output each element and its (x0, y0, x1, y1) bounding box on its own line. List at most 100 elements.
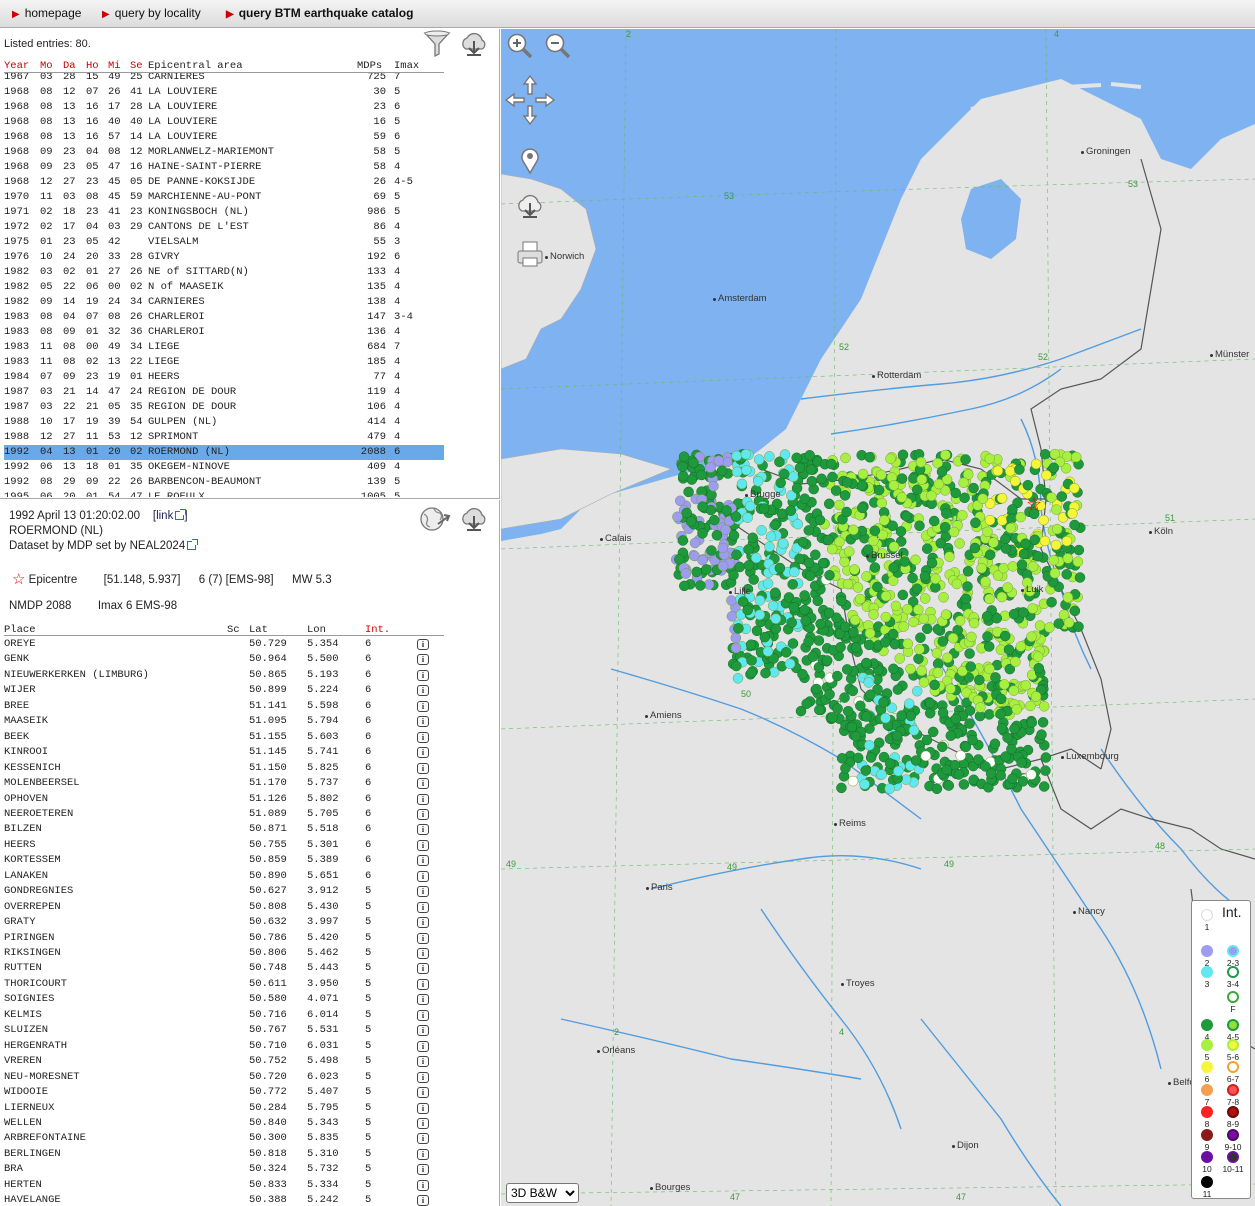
catalog-row[interactable]: 1983 08 09 01 32 36 CHARLEROI 136 4 (4, 325, 444, 340)
felt-point[interactable] (944, 551, 955, 562)
felt-point[interactable] (1026, 631, 1037, 642)
felt-point[interactable] (942, 652, 953, 664)
felt-point[interactable] (889, 638, 901, 650)
felt-point[interactable] (1032, 551, 1044, 562)
felt-point[interactable] (1002, 582, 1013, 593)
felt-point[interactable] (1006, 743, 1017, 755)
felt-point[interactable] (807, 651, 819, 662)
felt-point[interactable] (1039, 449, 1051, 460)
col-imax[interactable]: Imax (394, 60, 419, 72)
felt-point[interactable] (827, 471, 838, 483)
felt-point[interactable] (695, 580, 706, 591)
felt-point[interactable] (1049, 567, 1061, 579)
felt-point[interactable] (860, 765, 871, 776)
felt-point[interactable] (926, 490, 937, 502)
felt-point[interactable] (1016, 757, 1027, 768)
place-row[interactable]: HEERS 50.755 5.301 6 i (4, 838, 444, 853)
catalog-row[interactable]: 1983 11 08 02 13 22 LIEGE 185 4 (4, 355, 444, 370)
catalog-row[interactable]: 1968 08 12 07 26 41 LA LOUVIERE 30 5 (4, 85, 444, 100)
felt-point[interactable] (938, 592, 949, 603)
felt-point[interactable] (868, 609, 879, 620)
felt-point[interactable] (835, 641, 846, 653)
place-row[interactable]: KINROOI 51.145 5.741 6 i (4, 745, 444, 760)
felt-point[interactable] (958, 477, 969, 488)
felt-point[interactable] (907, 572, 918, 584)
felt-point[interactable] (794, 462, 806, 474)
felt-point[interactable] (1026, 717, 1038, 728)
info-icon[interactable]: i (417, 932, 429, 944)
place-row[interactable]: BRA 50.324 5.732 5 i (4, 1162, 444, 1177)
felt-point[interactable] (954, 615, 966, 626)
felt-point[interactable] (741, 464, 752, 476)
felt-point[interactable] (740, 448, 752, 460)
catalog-row[interactable]: 1968 09 23 05 47 16 HAINE-SAINT-PIERRE 58 4 (4, 160, 444, 175)
felt-point[interactable] (787, 638, 799, 649)
felt-point[interactable] (1009, 475, 1021, 487)
felt-point[interactable] (931, 783, 943, 795)
felt-point[interactable] (804, 450, 815, 461)
place-row[interactable]: BREE 51.141 5.598 6 i (4, 699, 444, 714)
felt-point[interactable] (1050, 539, 1062, 551)
felt-point[interactable] (810, 549, 821, 561)
info-icon[interactable]: i (417, 716, 429, 728)
felt-point[interactable] (965, 661, 976, 672)
felt-point[interactable] (697, 501, 708, 512)
felt-point[interactable] (815, 618, 826, 630)
felt-point[interactable] (762, 578, 774, 589)
felt-point[interactable] (803, 525, 815, 536)
felt-point[interactable] (984, 453, 996, 465)
felt-point[interactable] (784, 658, 796, 670)
felt-point[interactable] (888, 663, 899, 675)
felt-point[interactable] (919, 570, 931, 582)
felt-point[interactable] (689, 537, 701, 549)
felt-point[interactable] (964, 648, 975, 659)
felt-point[interactable] (836, 753, 848, 764)
felt-point[interactable] (930, 573, 941, 585)
felt-point[interactable] (836, 782, 847, 794)
felt-point[interactable] (849, 564, 860, 575)
info-icon[interactable]: i (417, 808, 429, 820)
felt-point[interactable] (787, 579, 798, 590)
felt-point[interactable] (728, 569, 739, 581)
felt-point[interactable] (756, 525, 767, 536)
felt-point[interactable] (1063, 617, 1075, 628)
felt-point[interactable] (850, 642, 862, 653)
felt-point[interactable] (911, 583, 923, 594)
catalog-row[interactable]: 1968 12 27 23 45 05 DE PANNE-KOKSIJDE 26 4-5 (4, 175, 444, 190)
felt-point[interactable] (1041, 469, 1052, 481)
felt-point[interactable] (1072, 556, 1084, 567)
felt-point[interactable] (916, 665, 927, 677)
info-icon[interactable]: i (417, 654, 429, 666)
felt-point[interactable] (746, 667, 757, 679)
felt-point[interactable] (1037, 717, 1049, 728)
felt-point[interactable] (713, 455, 725, 467)
nav-query-catalog-link[interactable]: query BTM earthquake catalog (226, 6, 414, 20)
felt-point[interactable] (951, 578, 963, 590)
col-place[interactable]: Place (4, 624, 36, 636)
place-row[interactable]: MOLENBEERSEL 51.170 5.737 6 i (4, 776, 444, 791)
felt-point[interactable] (902, 638, 914, 650)
felt-point[interactable] (752, 476, 764, 487)
felt-point[interactable] (864, 740, 875, 751)
felt-point[interactable] (1027, 603, 1038, 614)
felt-point[interactable] (697, 554, 708, 566)
info-icon[interactable]: i (417, 839, 429, 851)
info-icon[interactable]: i (417, 1071, 429, 1083)
felt-point[interactable] (896, 473, 908, 484)
felt-point[interactable] (966, 631, 977, 643)
info-icon[interactable]: i (417, 685, 429, 697)
felt-point[interactable] (791, 452, 802, 464)
felt-point[interactable] (1000, 533, 1011, 545)
felt-point[interactable] (774, 562, 786, 574)
felt-point[interactable] (731, 450, 742, 462)
catalog-row[interactable]: 1987 03 21 14 47 24 REGION DE DOUR 119 4 (4, 385, 444, 400)
felt-point[interactable] (1015, 511, 1026, 523)
felt-point[interactable] (824, 570, 835, 581)
felt-point[interactable] (731, 549, 742, 561)
felt-point[interactable] (967, 734, 978, 746)
felt-point[interactable] (884, 783, 895, 794)
felt-point[interactable] (1018, 548, 1030, 560)
felt-point[interactable] (742, 512, 753, 523)
felt-point[interactable] (774, 456, 785, 468)
info-icon[interactable]: i (417, 793, 429, 805)
